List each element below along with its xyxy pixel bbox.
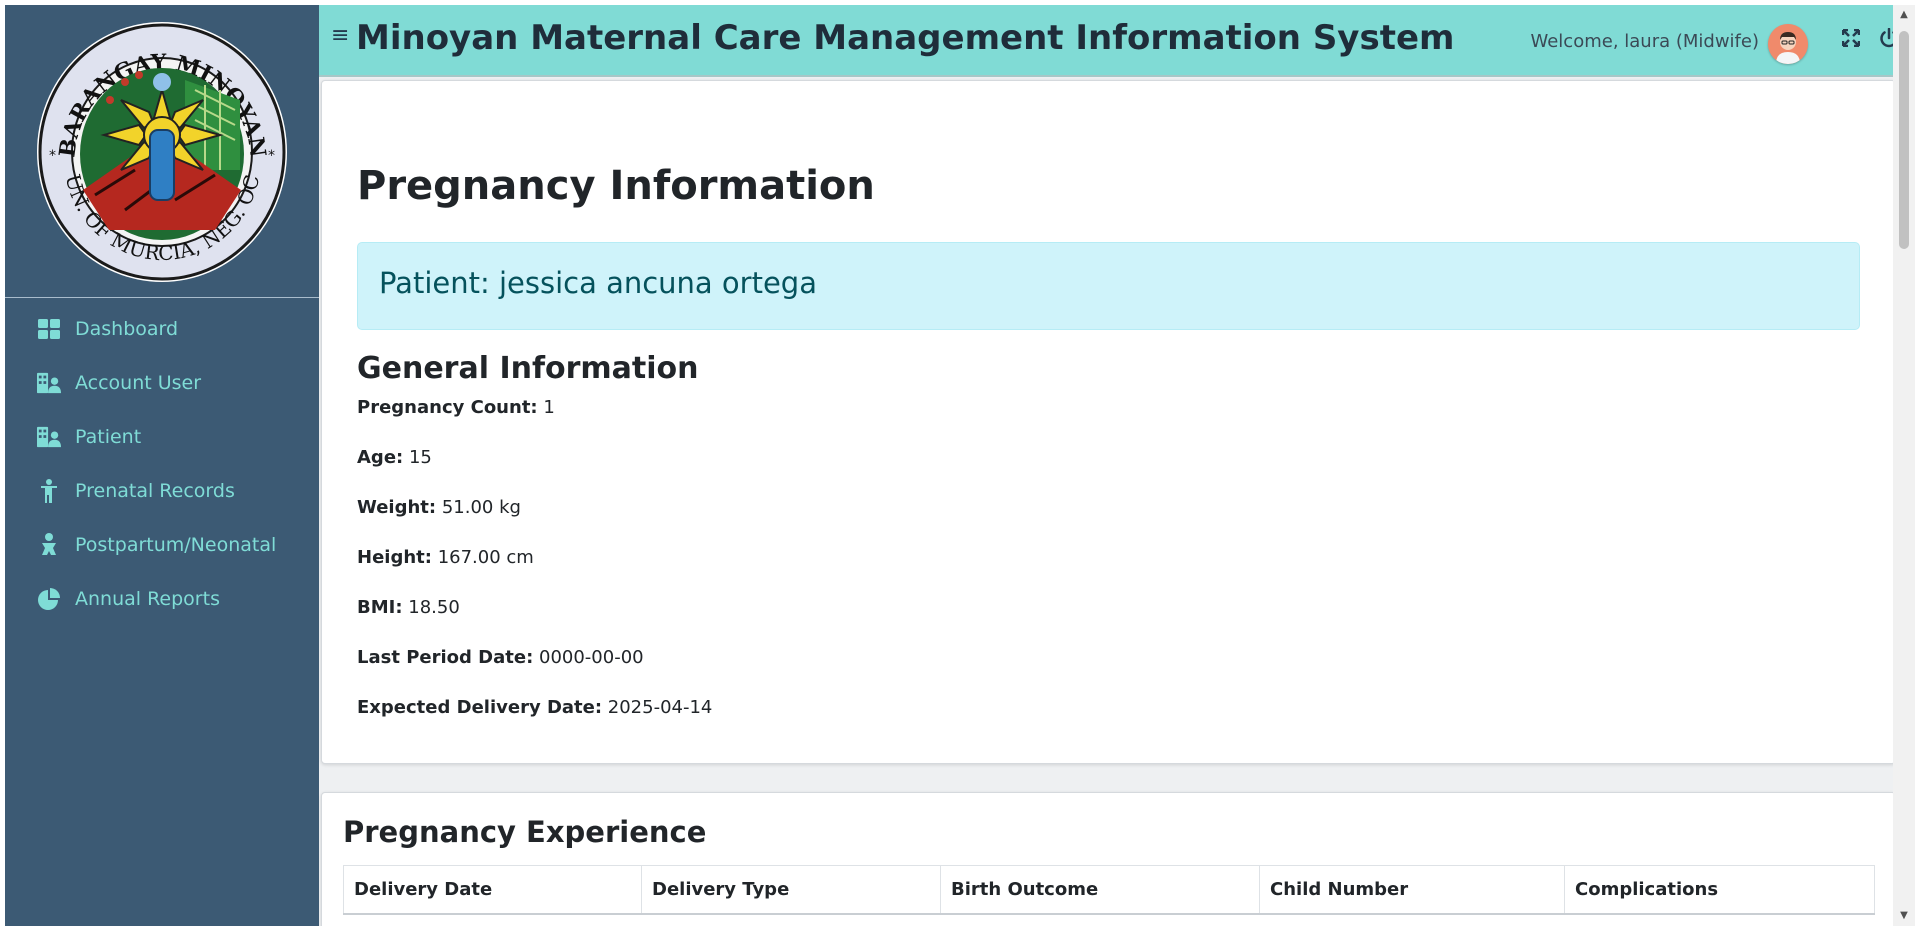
last-period-date-field: Last Period Date: 0000-00-00 (357, 647, 644, 668)
sidebar-item-postpartum-neonatal[interactable]: Postpartum/Neonatal (5, 518, 319, 572)
patient-banner: Patient: jessica ancuna ortega (357, 242, 1860, 330)
sidebar-item-label: Dashboard (75, 318, 179, 340)
avatar[interactable] (1768, 24, 1808, 64)
sidebar: BARANGAY MINOYAN MUN. OF MURCIA, NEG. OC… (5, 5, 319, 926)
app-window: BARANGAY MINOYAN MUN. OF MURCIA, NEG. OC… (5, 5, 1915, 926)
prenatal-icon (37, 479, 61, 503)
fullscreen-icon[interactable] (1839, 26, 1863, 50)
sidebar-nav: Dashboard Account User Patient Prenatal … (5, 302, 319, 626)
logo-area: BARANGAY MINOYAN MUN. OF MURCIA, NEG. OC… (5, 5, 319, 298)
column-header-child-number: Child Number (1259, 865, 1565, 915)
scroll-down-arrow-icon[interactable]: ▼ (1898, 910, 1910, 922)
pregnancy-information-card: Pregnancy Information Patient: jessica a… (321, 80, 1896, 764)
column-header-complications: Complications (1564, 865, 1875, 915)
scroll-up-arrow-icon[interactable]: ▲ (1898, 9, 1910, 21)
dashboard-icon (37, 317, 61, 341)
pie-chart-icon (37, 587, 61, 611)
top-header: ≡ Minoyan Maternal Care Management Infor… (319, 5, 1901, 77)
sidebar-item-patient[interactable]: Patient (5, 410, 319, 464)
sidebar-item-label: Prenatal Records (75, 480, 235, 502)
pregnancy-experience-heading: Pregnancy Experience (343, 815, 707, 849)
vertical-scrollbar[interactable]: ▲ ▼ (1893, 5, 1915, 926)
pregnancy-count-field: Pregnancy Count: 1 (357, 397, 555, 418)
svg-text:*: * (49, 148, 56, 164)
hamburger-menu-icon[interactable]: ≡ (331, 25, 349, 47)
patients-icon (37, 425, 61, 449)
sidebar-item-account-user[interactable]: Account User (5, 356, 319, 410)
sidebar-item-label: Postpartum/Neonatal (75, 534, 277, 556)
age-field: Age: 15 (357, 447, 432, 468)
sidebar-item-label: Patient (75, 426, 142, 448)
pregnancy-experience-card: Pregnancy Experience Delivery Date Deliv… (321, 792, 1896, 926)
app-title: Minoyan Maternal Care Management Informa… (356, 18, 1455, 58)
users-icon (37, 371, 61, 395)
patient-name: Patient: jessica ancuna ortega (379, 266, 817, 300)
postpartum-icon (37, 533, 61, 557)
expected-delivery-date-field: Expected Delivery Date: 2025-04-14 (357, 697, 713, 718)
column-header-delivery-type: Delivery Type (641, 865, 941, 915)
svg-text:*: * (268, 148, 275, 164)
scrollbar-thumb[interactable] (1899, 31, 1909, 249)
sidebar-item-label: Account User (75, 372, 202, 394)
column-header-delivery-date: Delivery Date (343, 865, 642, 915)
welcome-text: Welcome, laura (Midwife) (1530, 31, 1759, 52)
sidebar-item-label: Annual Reports (75, 588, 220, 610)
sidebar-item-annual-reports[interactable]: Annual Reports (5, 572, 319, 626)
barangay-seal-logo: BARANGAY MINOYAN MUN. OF MURCIA, NEG. OC… (35, 20, 287, 282)
table-header-row: Delivery Date Delivery Type Birth Outcom… (343, 865, 1875, 915)
general-information-heading: General Information (357, 351, 699, 386)
sidebar-item-prenatal-records[interactable]: Prenatal Records (5, 464, 319, 518)
weight-field: Weight: 51.00 kg (357, 497, 521, 518)
height-field: Height: 167.00 cm (357, 547, 534, 568)
sidebar-item-dashboard[interactable]: Dashboard (5, 302, 319, 356)
bmi-field: BMI: 18.50 (357, 597, 460, 618)
page-title: Pregnancy Information (357, 163, 875, 209)
column-header-birth-outcome: Birth Outcome (940, 865, 1260, 915)
pregnancy-experience-table: Delivery Date Delivery Type Birth Outcom… (343, 865, 1875, 915)
